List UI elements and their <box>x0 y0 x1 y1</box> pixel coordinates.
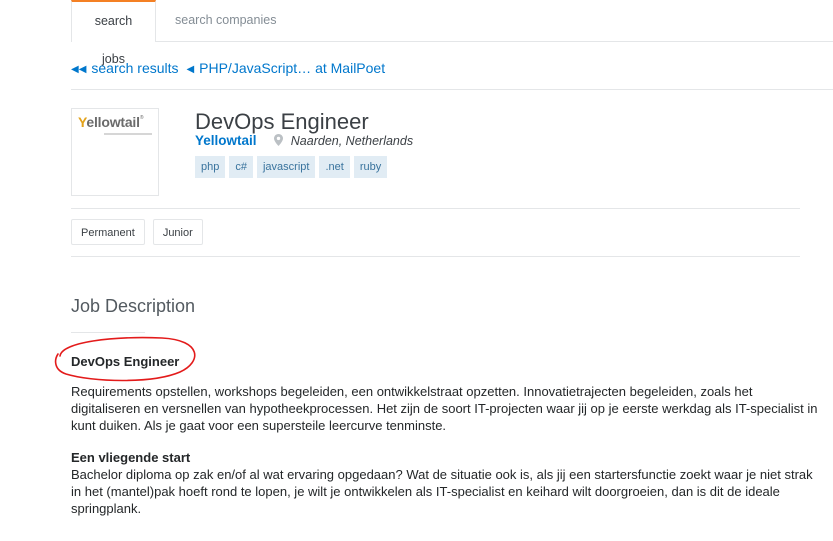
company-link[interactable]: Yellowtail <box>195 133 257 148</box>
description-heading: DevOps Engineer <box>71 354 180 369</box>
chevron-left-icon: ◀ <box>186 64 195 75</box>
company-line: Yellowtail Naarden, Netherlands <box>195 133 413 148</box>
breadcrumb-search-results[interactable]: search results <box>91 60 178 76</box>
job-location: Naarden, Netherlands <box>290 134 414 148</box>
description-paragraph-1: Requirements opstellen, workshops begele… <box>71 384 818 433</box>
breadcrumb-previous-job[interactable]: PHP/JavaScript… at MailPoet <box>199 60 385 76</box>
job-description-body: DevOps Engineer Requirements opstellen, … <box>71 353 821 532</box>
tab-search-companies[interactable]: search companies <box>163 0 288 41</box>
job-title: DevOps Engineer <box>195 109 369 134</box>
breadcrumb: ◀◀ search results ◀ PHP/JavaScript… at Mai… <box>71 58 385 78</box>
description-subheading: Een vliegende start <box>71 450 191 465</box>
tag-php[interactable]: php <box>195 156 226 178</box>
company-logo[interactable]: Yellowtail® <box>71 108 159 196</box>
company-logo-wordmark: Yellowtail® <box>78 114 144 130</box>
tab-search-jobs[interactable]: search jobs <box>71 0 156 66</box>
map-pin-icon <box>274 134 284 146</box>
tag-list: php c# javascript .net ruby <box>195 156 391 178</box>
job-description-title: Job Description <box>71 296 196 316</box>
section-rule <box>71 332 145 333</box>
tag-csharp[interactable]: c# <box>229 156 253 178</box>
logo-text-rest: ellowtail <box>86 114 140 130</box>
tag-dotnet[interactable]: .net <box>319 156 350 178</box>
double-chevron-left-icon: ◀◀ <box>71 64 87 75</box>
experience-level-badge: Junior <box>152 219 203 245</box>
tag-javascript[interactable]: javascript <box>256 156 316 178</box>
job-meta: Permanent Junior <box>71 219 211 245</box>
logo-tagline <box>104 133 152 135</box>
tab-bar: search jobs search companies <box>71 0 833 66</box>
description-paragraph-2: Bachelor diploma op zak en/of al wat erv… <box>71 467 813 516</box>
breadcrumb-divider <box>71 89 833 90</box>
job-type-badge: Permanent <box>71 219 145 245</box>
meta-divider <box>71 256 800 257</box>
tag-ruby[interactable]: ruby <box>353 156 388 178</box>
header-divider <box>71 208 800 209</box>
